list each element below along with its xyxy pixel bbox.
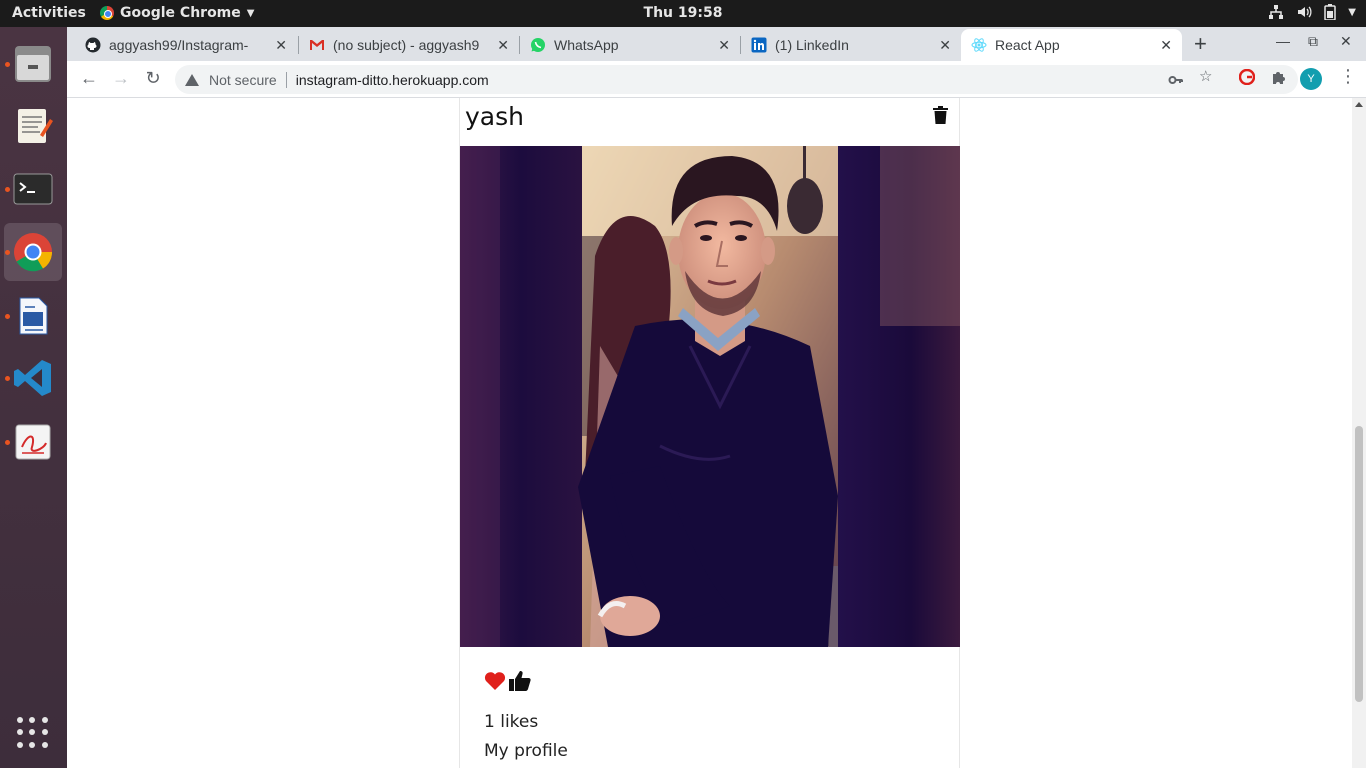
chrome-icon xyxy=(14,233,53,272)
app-menu-label: Google Chrome xyxy=(120,5,241,21)
linkedin-icon xyxy=(751,37,767,53)
dock-files[interactable] xyxy=(4,35,62,93)
network-icon xyxy=(1269,5,1284,19)
app-menu[interactable]: Google Chrome ▼ xyxy=(100,5,254,21)
extensions-puzzle-icon[interactable] xyxy=(1271,69,1287,85)
tab-strip: aggyash99/Instagram- ✕ (no subject) - ag… xyxy=(67,27,1366,61)
tab-github[interactable]: aggyash99/Instagram- ✕ xyxy=(75,29,297,61)
system-top-bar: Activities Google Chrome ▼ Thu 19:58 ▼ xyxy=(0,0,1366,27)
security-label[interactable]: Not secure xyxy=(209,72,277,88)
post-username[interactable]: yash xyxy=(465,102,524,131)
clock[interactable]: Thu 19:58 xyxy=(644,5,723,21)
dock-terminal[interactable] xyxy=(4,160,62,218)
tab-linkedin[interactable]: (1) LinkedIn ✕ xyxy=(741,29,961,61)
running-indicator xyxy=(5,250,10,255)
minimize-button[interactable]: — xyxy=(1276,33,1290,49)
tab-title: aggyash99/Instagram- xyxy=(109,37,249,53)
react-icon xyxy=(971,38,987,52)
tab-gmail[interactable]: (no subject) - aggyash9 ✕ xyxy=(299,29,519,61)
chrome-icon xyxy=(100,6,114,20)
page-viewport: yash 1 likes My profile xyxy=(67,98,1352,768)
trash-icon[interactable] xyxy=(933,106,948,124)
volume-icon xyxy=(1298,6,1312,18)
whatsapp-icon xyxy=(531,38,545,52)
tab-title: (no subject) - aggyash9 xyxy=(333,37,480,53)
dock xyxy=(0,27,67,768)
likes-count: 1 likes xyxy=(484,712,539,732)
post-card: yash 1 likes My profile xyxy=(459,98,960,768)
tab-react-app[interactable]: React App ✕ xyxy=(961,29,1182,61)
system-menu-chevron-icon: ▼ xyxy=(1348,6,1356,18)
scroll-up-icon[interactable] xyxy=(1355,102,1363,107)
grammarly-icon[interactable] xyxy=(1239,69,1255,85)
chevron-down-icon: ▼ xyxy=(246,7,255,19)
forward-button[interactable]: → xyxy=(110,68,132,89)
close-tab-icon[interactable]: ✕ xyxy=(1160,37,1172,54)
running-indicator xyxy=(5,187,10,192)
profile-avatar[interactable]: Y xyxy=(1300,68,1322,90)
heart-icon[interactable] xyxy=(484,671,506,691)
files-icon xyxy=(15,46,51,82)
close-tab-icon[interactable]: ✕ xyxy=(939,37,951,54)
kebab-menu-icon[interactable]: ⋮ xyxy=(1339,66,1357,87)
close-window-button[interactable]: ✕ xyxy=(1340,33,1352,50)
post-actions xyxy=(484,670,532,692)
dock-vscode[interactable] xyxy=(4,349,62,407)
tab-title: React App xyxy=(995,37,1060,53)
thumbs-up-icon[interactable] xyxy=(508,670,532,692)
tab-title: (1) LinkedIn xyxy=(775,37,849,53)
bookmark-star-icon[interactable]: ☆ xyxy=(1199,67,1212,85)
close-tab-icon[interactable]: ✕ xyxy=(718,37,730,54)
post-photo-graphic xyxy=(460,146,960,647)
restore-button[interactable]: ⧉ xyxy=(1308,33,1318,50)
gmail-icon xyxy=(310,40,324,50)
vscode-icon xyxy=(14,360,51,396)
running-indicator xyxy=(5,376,10,381)
page-scrollbar[interactable] xyxy=(1352,98,1366,768)
post-caption: My profile xyxy=(484,741,568,761)
scrollbar-thumb[interactable] xyxy=(1355,426,1363,702)
terminal-icon xyxy=(13,173,53,205)
reload-button[interactable]: ↻ xyxy=(142,68,164,89)
browser-toolbar: ← → ↻ Not secure instagram-ditto.herokua… xyxy=(67,61,1366,98)
close-tab-icon[interactable]: ✕ xyxy=(497,37,509,54)
text-editor-icon xyxy=(18,109,53,143)
dock-writer[interactable] xyxy=(4,287,62,345)
activities-button[interactable]: Activities xyxy=(12,5,86,21)
warning-icon xyxy=(185,73,199,86)
battery-icon xyxy=(1324,4,1337,20)
running-indicator xyxy=(5,62,10,67)
running-indicator xyxy=(5,314,10,319)
dock-text-editor[interactable] xyxy=(4,97,62,155)
github-icon xyxy=(85,37,101,53)
document-viewer-icon xyxy=(15,424,51,460)
dock-document-viewer[interactable] xyxy=(4,413,62,471)
key-icon[interactable] xyxy=(1168,72,1184,88)
new-tab-button[interactable]: + xyxy=(1194,31,1207,57)
tab-whatsapp[interactable]: WhatsApp ✕ xyxy=(520,29,740,61)
dock-chrome[interactable] xyxy=(4,223,62,281)
show-applications-icon[interactable] xyxy=(17,717,49,749)
writer-icon xyxy=(19,297,48,335)
close-tab-icon[interactable]: ✕ xyxy=(275,37,287,54)
post-image[interactable] xyxy=(460,146,960,647)
url-text[interactable]: instagram-ditto.herokuapp.com xyxy=(296,72,489,88)
address-bar[interactable]: Not secure instagram-ditto.herokuapp.com xyxy=(175,65,1298,94)
system-tray[interactable]: ▼ xyxy=(1268,4,1356,20)
back-button[interactable]: ← xyxy=(78,68,100,89)
running-indicator xyxy=(5,440,10,445)
tab-title: WhatsApp xyxy=(554,37,619,53)
